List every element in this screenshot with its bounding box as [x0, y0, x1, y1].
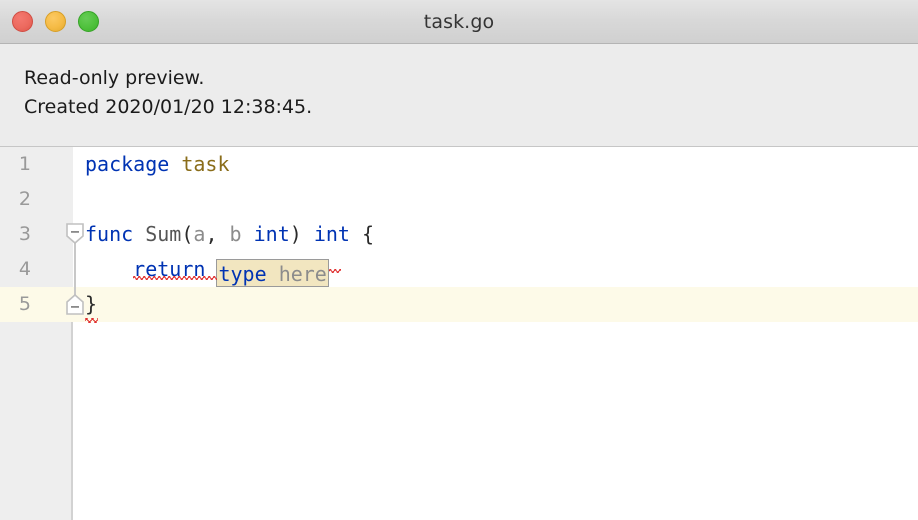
- fold-guide-line: [74, 252, 76, 287]
- traffic-light-group: [12, 0, 99, 43]
- code-line: 4 return type here: [0, 252, 918, 287]
- keyword-return: return: [133, 257, 206, 281]
- window-titlebar: task.go: [0, 0, 918, 44]
- code-line-content[interactable]: return type here: [73, 252, 918, 287]
- created-timestamp-label: Created 2020/01/20 12:38:45.: [24, 96, 313, 118]
- keyword-func: func: [85, 222, 134, 246]
- minimize-window-button[interactable]: [45, 11, 66, 32]
- comma: ,: [205, 222, 230, 246]
- code-lines: 1 package task 2 3 func Sum(a, b int) in…: [0, 147, 918, 520]
- code-line: 1 package task: [0, 147, 918, 182]
- template-keyword-type: type: [218, 262, 267, 286]
- fold-collapse-start-icon[interactable]: [66, 223, 84, 245]
- readonly-info-panel: Read-only preview. Created 2020/01/20 12…: [0, 44, 918, 147]
- code-line-content[interactable]: func Sum(a, b int) int {: [73, 217, 918, 252]
- fold-column: [63, 287, 87, 322]
- keyword-package: package: [85, 152, 170, 176]
- line-number: 1: [0, 147, 73, 182]
- code-line-content[interactable]: }: [73, 287, 918, 322]
- paren-close: ): [289, 222, 302, 246]
- paren-open: (: [181, 222, 194, 246]
- code-line: 3 func Sum(a, b int) int {: [0, 217, 918, 252]
- window-title: task.go: [423, 10, 495, 33]
- code-line-current: 5 }: [0, 287, 918, 323]
- param-b: b: [229, 222, 242, 246]
- editor-window: task.go Read-only preview. Created 2020/…: [0, 0, 918, 520]
- return-type-int: int: [313, 222, 350, 246]
- code-editor[interactable]: 1 package task 2 3 func Sum(a, b int) in…: [0, 147, 918, 520]
- fold-collapse-end-icon[interactable]: [66, 293, 84, 315]
- maximize-window-button[interactable]: [78, 11, 99, 32]
- param-a: a: [193, 222, 206, 246]
- close-window-button[interactable]: [12, 11, 33, 32]
- type-int-param: int: [253, 222, 290, 246]
- brace-open: {: [362, 222, 375, 246]
- fold-column: [63, 217, 87, 252]
- package-name-task: task: [181, 152, 230, 176]
- code-line-content[interactable]: package task: [73, 147, 918, 182]
- error-squiggle-icon: [328, 269, 341, 273]
- template-placeholder-here: here: [278, 262, 327, 286]
- live-template-field[interactable]: type here: [216, 259, 329, 287]
- function-name-sum: Sum: [145, 222, 182, 246]
- line-number: 2: [0, 182, 73, 217]
- readonly-preview-label: Read-only preview.: [24, 67, 205, 89]
- code-line: 2: [0, 182, 918, 217]
- fold-column: [63, 252, 87, 287]
